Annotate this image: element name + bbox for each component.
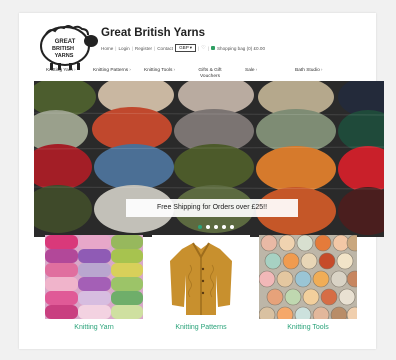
home-link[interactable]: Home [101, 46, 113, 51]
category-knitting-tools[interactable]: Knitting Tools [259, 235, 357, 331]
currency-select[interactable]: GBP ▾ [175, 44, 197, 52]
nav-label: Knitting Tools [144, 68, 173, 73]
nav-label: Sale [245, 68, 255, 73]
page-frame: GREAT BRITISH YARNS Great British Yarns … [19, 13, 384, 349]
nav-label: Knitting Patterns [93, 68, 129, 73]
logo-line-2: BRITISH [52, 46, 74, 52]
carousel-dot[interactable] [222, 225, 226, 229]
nav-label: Gifts & Gift Vouchers [198, 68, 222, 79]
category-knitting-patterns[interactable]: Knitting Patterns [152, 235, 250, 331]
separator: | [207, 45, 209, 51]
carousel-dot[interactable] [206, 225, 210, 229]
nav-label: Bath Studio [295, 68, 320, 73]
chevron-down-icon: › [255, 68, 258, 73]
separator: | [198, 45, 200, 51]
hero-carousel[interactable]: Free Shipping for Orders over £25!! [34, 81, 384, 237]
shopping-bag-icon[interactable] [210, 46, 215, 50]
carousel-dots [198, 225, 234, 229]
free-shipping-banner[interactable]: Free Shipping for Orders over £25!! [126, 199, 298, 217]
separator: | [115, 45, 117, 51]
register-link[interactable]: Register [135, 46, 152, 51]
knitting-patterns-image [152, 235, 250, 319]
nav-item-sale[interactable]: Sale› [245, 68, 257, 74]
chevron-down-icon: › [173, 68, 176, 73]
chevron-down-icon: › [74, 68, 76, 73]
nav-item-bath-studio[interactable]: Bath Studio› [295, 68, 322, 74]
heart-icon[interactable]: ♡ [201, 45, 205, 51]
nav-item-knitting-yarn[interactable]: Knitting Yarn› [46, 68, 76, 74]
contact-link[interactable]: Contact [157, 46, 173, 51]
currency-value: GBP [179, 45, 189, 50]
category-knitting-yarn[interactable]: Knitting Yarn [45, 235, 143, 331]
site-title[interactable]: Great British Yarns [101, 27, 205, 39]
carousel-dot[interactable] [230, 225, 234, 229]
chevron-down-icon: › [320, 68, 323, 73]
login-link[interactable]: Login [118, 46, 129, 51]
separator: | [131, 45, 133, 51]
chevron-down-icon: › [129, 68, 131, 73]
knitting-yarn-image [45, 235, 143, 319]
nav-item-knitting-patterns[interactable]: Knitting Patterns› [93, 68, 131, 74]
category-label[interactable]: Knitting Patterns [152, 324, 250, 331]
knitting-tools-image [259, 235, 357, 319]
nav-label: Knitting Yarn [46, 68, 74, 73]
carousel-dot[interactable] [214, 225, 218, 229]
sheep-logo-icon: GREAT BRITISH YARNS [40, 25, 98, 70]
shopping-bag-link[interactable]: Shopping bag (0) £0.00 [217, 46, 265, 51]
site-logo[interactable]: GREAT BRITISH YARNS [38, 22, 100, 72]
logo-line-3: YARNS [55, 53, 74, 59]
category-label[interactable]: Knitting Tools [259, 324, 357, 331]
account-bar: Home | Login | Register | Contact GBP ▾ … [101, 44, 265, 52]
nav-item-gifts[interactable]: Gifts & Gift Vouchers [194, 68, 226, 79]
logo-line-1: GREAT [55, 39, 76, 45]
category-label[interactable]: Knitting Yarn [45, 324, 143, 331]
main-nav: Knitting Yarn› Knitting Patterns› Knitti… [46, 68, 356, 82]
carousel-dot[interactable] [198, 225, 202, 229]
chevron-down-icon: ▾ [189, 45, 193, 50]
nav-item-knitting-tools[interactable]: Knitting Tools› [144, 68, 175, 74]
separator: | [154, 45, 156, 51]
